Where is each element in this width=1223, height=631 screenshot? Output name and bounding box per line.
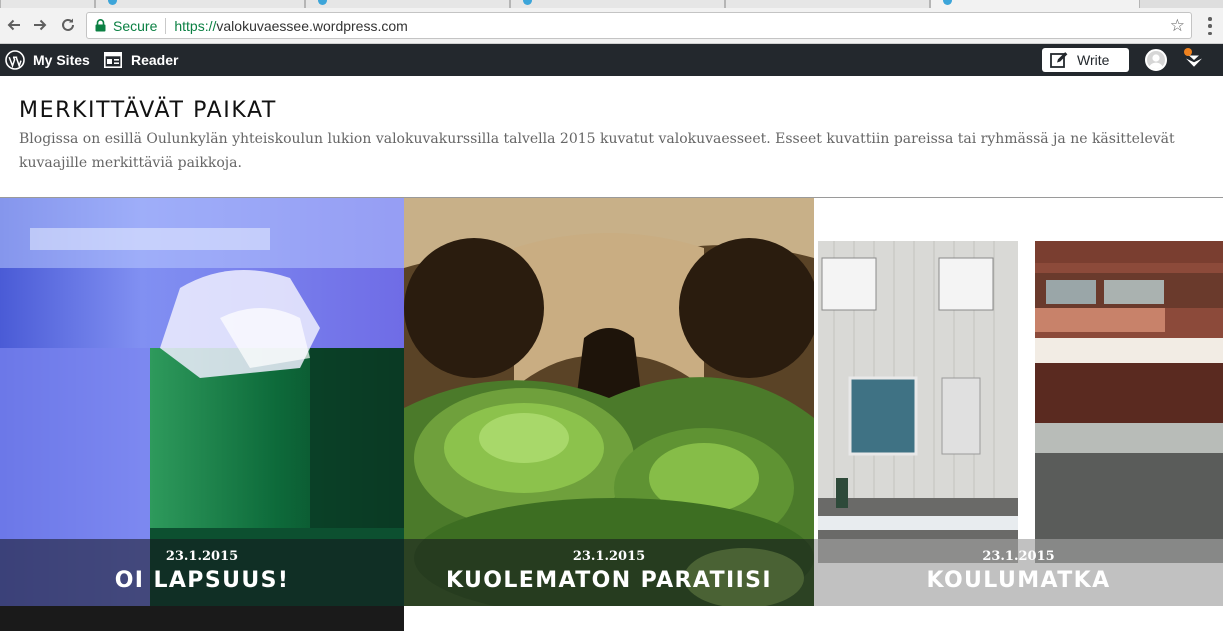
browser-tab-active[interactable]	[930, 0, 1140, 8]
tab-favicon-icon	[523, 0, 532, 5]
post-title[interactable]: OI LAPSUUS!	[0, 568, 404, 593]
star-icon[interactable]: ☆	[1170, 17, 1185, 35]
write-label: Write	[1077, 52, 1110, 68]
reader-menu[interactable]: Reader	[104, 44, 178, 76]
url-scheme: https://	[174, 17, 217, 34]
url-host: valokuvaessee.wordpress.com	[216, 17, 408, 34]
pencil-icon	[1050, 52, 1068, 68]
secure-label: Secure	[113, 17, 158, 34]
reader-icon	[104, 52, 122, 68]
write-button[interactable]: Write	[1042, 48, 1129, 72]
browser-tab[interactable]	[95, 0, 305, 8]
back-button[interactable]	[3, 14, 25, 36]
reload-icon	[62, 18, 74, 31]
post-date: 23.1.2015	[982, 549, 1055, 564]
reader-label: Reader	[131, 52, 179, 68]
post-caption: 23.1.2015 KUOLEMATON PARATIISI	[404, 539, 814, 606]
post-tile[interactable]: 23.1.2015 KUOLEMATON PARATIISI	[404, 198, 814, 606]
post-grid: 23.1.2015 OI LAPSUUS! 23.1.2015 KUOLEMAT…	[0, 198, 1223, 631]
forward-button[interactable]	[29, 14, 51, 36]
post-date: 23.1.2015	[572, 549, 646, 564]
post-caption: 23.1.2015 KOULUMATKA	[814, 539, 1223, 606]
site-title[interactable]: MERKITTÄVÄT PAIKAT	[19, 98, 277, 123]
browser-tab[interactable]	[510, 0, 725, 8]
post-title[interactable]: KUOLEMATON PARATIISI	[404, 568, 814, 593]
wordpress-logo-icon	[5, 50, 25, 70]
post-title[interactable]: KOULUMATKA	[814, 568, 1223, 593]
post-caption: 23.1.2015 OI LAPSUUS!	[0, 539, 404, 606]
tab-favicon-icon	[108, 0, 117, 5]
wp-admin-bar: My Sites Reader Write	[0, 44, 1223, 76]
post-tile-partial[interactable]	[0, 606, 404, 631]
browser-tab[interactable]	[0, 0, 95, 8]
user-avatar-icon	[1149, 54, 1163, 69]
browser-tab[interactable]	[305, 0, 510, 8]
browser-tab-strip	[0, 0, 1223, 8]
browser-tab[interactable]	[725, 0, 930, 8]
notification-dot	[1184, 48, 1192, 56]
site-header: MERKITTÄVÄT PAIKAT Blogissa on esillä Ou…	[0, 76, 1223, 198]
post-tile[interactable]: 23.1.2015 OI LAPSUUS!	[0, 198, 404, 606]
avatar[interactable]	[1145, 49, 1167, 71]
reload-button[interactable]	[57, 14, 79, 36]
notifications-button[interactable]	[1183, 48, 1205, 71]
tab-favicon-icon	[318, 0, 327, 5]
my-sites-label: My Sites	[33, 52, 90, 68]
browser-toolbar: Secure https://valokuvaessee.wordpress.c…	[0, 8, 1223, 44]
lock-icon	[95, 18, 109, 34]
address-bar[interactable]: Secure https://valokuvaessee.wordpress.c…	[86, 12, 1192, 39]
my-sites-menu[interactable]: My Sites	[5, 44, 90, 76]
site-description: Blogissa on esillä Oulunkylän yhteiskoul…	[19, 131, 1175, 171]
post-tile[interactable]: 23.1.2015 KOULUMATKA	[814, 198, 1223, 606]
post-date: 23.1.2015	[165, 549, 239, 564]
forward-arrow-icon	[34, 19, 47, 31]
tab-favicon-icon	[943, 0, 952, 5]
back-arrow-icon	[7, 19, 20, 31]
address-separator	[165, 17, 167, 34]
menu-dots-icon[interactable]	[1207, 17, 1213, 35]
